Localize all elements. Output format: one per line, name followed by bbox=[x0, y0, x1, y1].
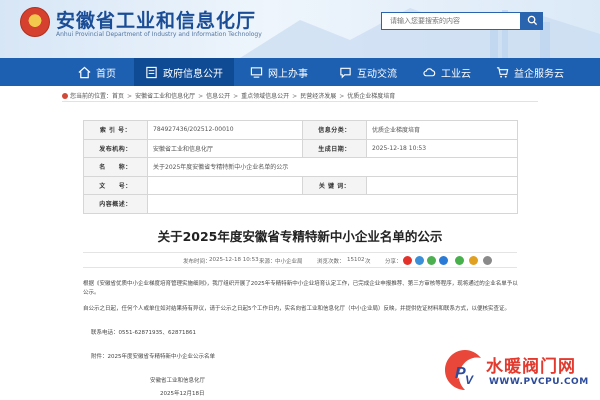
svg-text:V: V bbox=[465, 373, 474, 387]
info-row: 名 称： 关于2025年度安徽省专精特新中小企业名单的公示 bbox=[83, 157, 518, 177]
wechat-share-icon[interactable] bbox=[427, 256, 436, 265]
article-paragraph: 根据《安徽省优质中小企业梯度培育管理实施细则》，我厅组织开展了2025年专精特新… bbox=[83, 281, 518, 296]
breadcrumb-separator: > bbox=[233, 93, 239, 100]
nav-interaction-label: 互动交流 bbox=[357, 68, 397, 80]
name-value: 关于2025年度安徽省专精特新中小企业名单的公示 bbox=[147, 157, 518, 177]
meta-views: 15102 bbox=[347, 257, 365, 263]
close-page-icon[interactable] bbox=[483, 256, 492, 265]
nav-gov-info-label: 政府信息公开 bbox=[163, 68, 223, 80]
index-value: 784927436/202512-00010 bbox=[147, 120, 303, 140]
article-paragraph: 自公示之日起，任何个人或单位如对结果持有异议，请于公示之日起5个工作日内，实名向… bbox=[83, 306, 511, 312]
print-icon[interactable] bbox=[469, 256, 478, 265]
org-value: 安徽省工业和信息化厅 bbox=[147, 138, 303, 158]
category-value: 优质企业梯度培育 bbox=[366, 120, 518, 140]
share-label: 分享： bbox=[385, 259, 402, 265]
main-nav: 首页 政府信息公开 网上办事 互动交流 工业云 益企服务云 bbox=[0, 58, 600, 86]
info-row: 文 号： 关 键 词： bbox=[83, 175, 518, 195]
meta-date-label: 发布时间： bbox=[183, 259, 211, 265]
nav-home[interactable]: 首页 bbox=[60, 58, 134, 86]
docno-label: 文 号： bbox=[83, 175, 148, 195]
breadcrumb-separator: > bbox=[198, 93, 204, 100]
content-value bbox=[147, 194, 518, 214]
breadcrumb-item[interactable]: 优质企业梯度培育 bbox=[347, 93, 395, 100]
meta-views-unit: 次 bbox=[365, 259, 371, 265]
qq-share-icon[interactable] bbox=[439, 256, 448, 265]
category-label: 信息分类： bbox=[302, 120, 367, 140]
weibo-share-icon[interactable] bbox=[403, 256, 412, 265]
nav-enterprise-cloud-label: 益企服务云 bbox=[514, 68, 564, 80]
name-label: 名 称： bbox=[83, 157, 148, 177]
watermark-text: 水暖阀门网 bbox=[486, 357, 576, 377]
date-value: 2025-12-18 10:53 bbox=[366, 138, 518, 158]
meta-date: 2025-12-18 10:53 bbox=[209, 257, 259, 263]
breadcrumb-item[interactable]: 信息公开 bbox=[206, 93, 230, 100]
meta-source-label: 来源： bbox=[259, 259, 276, 265]
keywords-value bbox=[366, 175, 518, 195]
info-row: 内容概述： bbox=[83, 194, 518, 214]
wechat-icon[interactable] bbox=[455, 256, 464, 265]
search-input[interactable] bbox=[381, 12, 521, 30]
watermark-url: WWW.PVCPU.COM bbox=[489, 377, 589, 387]
breadcrumb-item[interactable]: 安徽省工业和信息化厅 bbox=[135, 93, 195, 100]
breadcrumb-separator: > bbox=[339, 93, 345, 100]
qzone-share-icon[interactable] bbox=[415, 256, 424, 265]
signature: 安徽省工业和信息化厅 bbox=[150, 378, 206, 384]
search-button[interactable] bbox=[521, 12, 543, 30]
monitor-icon bbox=[250, 66, 263, 78]
breadcrumb-separator: > bbox=[292, 93, 298, 100]
info-row: 发布机构： 安徽省工业和信息化厅 生成日期： 2025-12-18 10:53 bbox=[83, 138, 518, 158]
nav-online-services[interactable]: 网上办事 bbox=[234, 58, 324, 86]
cart-icon bbox=[496, 66, 509, 78]
nav-industry-cloud-label: 工业云 bbox=[441, 68, 471, 80]
breadcrumb-item[interactable]: 首页 bbox=[112, 93, 124, 100]
nav-interaction[interactable]: 互动交流 bbox=[324, 58, 412, 86]
location-icon bbox=[62, 93, 68, 99]
org-label: 发布机构： bbox=[83, 138, 148, 158]
nav-online-services-label: 网上办事 bbox=[268, 68, 308, 80]
breadcrumb: 您当前的位置：首页 > 安徽省工业和信息化厅 > 信息公开 > 重点领域信息公开 > 民营经济发… bbox=[62, 91, 395, 100]
breadcrumb-prefix: 您当前的位置： bbox=[70, 93, 113, 100]
info-row: 索 引 号： 784927436/202512-00010 信息分类： 优质企业… bbox=[83, 120, 518, 140]
site-subtitle: Anhui Provincial Department of Industry … bbox=[56, 31, 262, 38]
search-icon bbox=[527, 15, 537, 25]
breadcrumb-item[interactable]: 重点领域信息公开 bbox=[241, 93, 289, 100]
nav-gov-info[interactable]: 政府信息公开 bbox=[134, 58, 234, 86]
article-title: 关于2025年度安徽省专精特新中小企业名单的公示 bbox=[157, 229, 443, 244]
watermark-logo-icon: P V bbox=[445, 350, 481, 390]
site-title: 安徽省工业和信息化厅 bbox=[56, 10, 257, 32]
breadcrumb-divider bbox=[62, 101, 538, 102]
meta-views-label: 浏览次数： bbox=[317, 259, 345, 265]
article-meta-bar: 发布时间： 2025-12-18 10:53 来源： 中小企业局 浏览次数： 1… bbox=[83, 252, 517, 268]
breadcrumb-separator: > bbox=[127, 93, 133, 100]
docno-value bbox=[147, 175, 303, 195]
nav-home-label: 首页 bbox=[96, 68, 116, 80]
site-header: 安徽省工业和信息化厅 Anhui Provincial Department o… bbox=[0, 0, 600, 58]
national-emblem-icon bbox=[20, 7, 50, 37]
content-label: 内容概述： bbox=[83, 194, 148, 214]
keywords-label: 关 键 词： bbox=[302, 175, 367, 195]
breadcrumb-item[interactable]: 民营经济发展 bbox=[300, 93, 336, 100]
sign-date: 2025年12月18日 bbox=[160, 391, 205, 397]
chat-icon bbox=[340, 67, 351, 78]
date-label: 生成日期： bbox=[302, 138, 367, 158]
nav-enterprise-cloud[interactable]: 益企服务云 bbox=[482, 58, 578, 86]
gov-info-icon bbox=[146, 66, 157, 78]
cloud-icon bbox=[423, 67, 436, 76]
nav-industry-cloud[interactable]: 工业云 bbox=[412, 58, 482, 86]
document-info-table: 索 引 号： 784927436/202512-00010 信息分类： 优质企业… bbox=[83, 120, 518, 214]
meta-source: 中小企业局 bbox=[275, 259, 303, 265]
contact-phone: 联系电话：0551-62871935、62871861 bbox=[91, 330, 196, 336]
attachment-link[interactable]: 附件：2025年度安徽省专精特新中小企业公示名单 bbox=[91, 352, 215, 360]
index-label: 索 引 号： bbox=[83, 120, 148, 140]
home-icon bbox=[78, 66, 91, 78]
